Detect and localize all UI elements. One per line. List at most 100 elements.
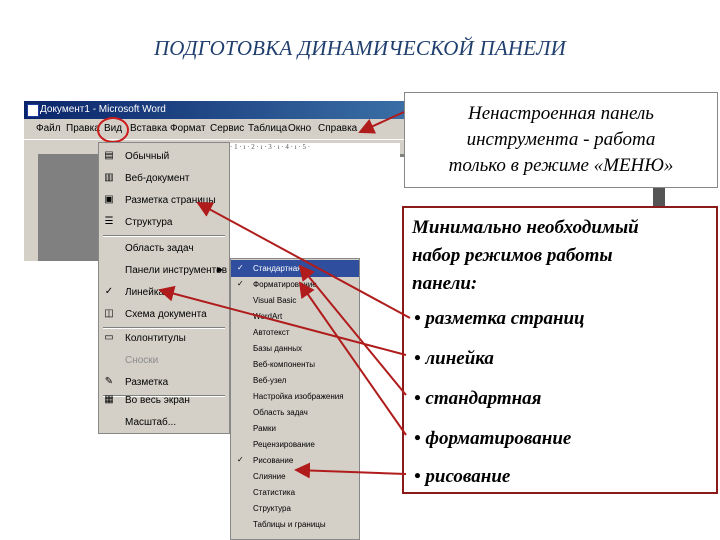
toolbar-item-database[interactable]: Базы данных <box>231 340 359 357</box>
print-layout-icon: ▣ <box>104 194 114 205</box>
bullet-ruler: • линейка <box>414 348 494 369</box>
toolbar-item-label: Таблицы и границы <box>253 520 326 529</box>
view-menu-label: Разметка страницы <box>125 195 216 206</box>
check-icon: ✓ <box>237 455 244 464</box>
view-menu-label: Масштаб... <box>125 417 177 428</box>
full-screen-icon: ▦ <box>104 394 114 405</box>
toolbar-item-standard[interactable]: ✓ Стандартная <box>231 260 359 277</box>
callout-line: только в режиме «МЕНЮ» <box>448 155 674 176</box>
menu-window[interactable]: Окно <box>288 123 311 134</box>
toolbar-item-outlining[interactable]: Структура <box>231 500 359 517</box>
view-menu-label: Обычный <box>125 151 170 162</box>
callout-heading-line: набор режимов работы <box>412 245 613 266</box>
view-menu-highlight-circle <box>97 117 129 143</box>
view-menu-item-footnotes: Сноски <box>99 351 229 371</box>
toolbar-item-tables-borders[interactable]: Таблицы и границы <box>231 516 359 533</box>
toolbars-submenu: ✓ Стандартная ✓ Форматирование Visual Basi… <box>230 258 360 540</box>
view-menu-item-zoom[interactable]: Масштаб... <box>99 413 229 433</box>
document-map-icon: ◫ <box>104 308 114 319</box>
toolbar-item-label: Форматирование <box>253 280 317 289</box>
view-menu-item-web[interactable]: ▥ Веб-документ <box>99 169 229 189</box>
view-menu-item-header-footer[interactable]: ▭ Колонтитулы <box>99 329 229 349</box>
vertical-ruler <box>24 153 38 261</box>
word-app-icon <box>27 104 39 117</box>
toolbar-item-label: Веб-компоненты <box>253 360 315 369</box>
view-menu-item-task-pane[interactable]: Область задач <box>99 239 229 259</box>
toolbar-item-web-components[interactable]: Веб-компоненты <box>231 356 359 373</box>
toolbar-item-label: Слияние <box>253 472 286 481</box>
submenu-arrow-icon: ▶ <box>216 265 223 274</box>
bullet-formatting: • форматирование <box>414 428 572 449</box>
menu-help[interactable]: Справка <box>318 123 357 134</box>
menu-table[interactable]: Таблица <box>248 123 287 134</box>
check-icon: ✓ <box>237 279 244 288</box>
toolbar-item-visual-basic[interactable]: Visual Basic <box>231 292 359 309</box>
check-icon: ✓ <box>104 286 114 297</box>
toolbar-item-label: Рамки <box>253 424 276 433</box>
toolbar-item-label: Базы данных <box>253 344 302 353</box>
view-menu-label: Во весь экран <box>125 395 190 406</box>
window-title: Документ1 - Microsoft Word <box>40 104 166 115</box>
web-layout-icon: ▥ <box>104 172 114 183</box>
view-menu-item-normal[interactable]: ▤ Обычный <box>99 147 229 167</box>
view-menu-label: Область задач <box>125 243 194 254</box>
view-menu: ▤ Обычный ▥ Веб-документ ▣ Разметка стра… <box>98 142 230 434</box>
toolbar-item-label: Область задач <box>253 408 308 417</box>
callout-heading-line: панели: <box>412 273 478 294</box>
toolbar-item-picture[interactable]: Настройка изображения <box>231 388 359 405</box>
toolbar-item-label: Visual Basic <box>253 296 297 305</box>
view-menu-item-toolbars[interactable]: Панели инструментов ▶ <box>99 261 229 281</box>
view-menu-item-ruler[interactable]: ✓ Линейка <box>99 283 229 303</box>
toolbar-item-frames[interactable]: Рамки <box>231 420 359 437</box>
menu-file[interactable]: Файл <box>36 123 61 134</box>
toolbar-item-label: Автотекст <box>253 328 290 337</box>
header-footer-icon: ▭ <box>104 332 114 343</box>
menu-insert[interactable]: Вставка <box>130 123 167 134</box>
toolbar-item-label: Рецензирование <box>253 440 315 449</box>
slide-title: ПОДГОТОВКА ДИНАМИЧЕСКОЙ ПАНЕЛИ <box>153 36 567 60</box>
toolbar-item-label: Структура <box>253 504 291 513</box>
toolbar-item-task-pane[interactable]: Область задач <box>231 404 359 421</box>
window-title-bar: Документ1 - Microsoft Word <box>24 101 404 119</box>
menu-bar: Файл Правка Вид Вставка Формат Сервис Та… <box>24 119 404 139</box>
toolbar-item-label: Настройка изображения <box>253 392 344 401</box>
callout-line: инструмента - работа <box>466 129 656 150</box>
toolbar-item-word-count[interactable]: Статистика <box>231 484 359 501</box>
view-menu-item-document-map[interactable]: ◫ Схема документа <box>99 305 229 325</box>
callout-heading-line: Минимально необходимый <box>412 217 639 238</box>
bullet-drawing: • рисование <box>414 466 511 487</box>
view-menu-label: Схема документа <box>125 309 207 320</box>
connector-bar <box>653 186 665 208</box>
toolbar-item-mail-merge[interactable]: Слияние <box>231 468 359 485</box>
menu-separator <box>103 235 225 237</box>
view-menu-item-full-screen[interactable]: ▦ Во весь экран <box>99 391 229 411</box>
ruler: · 1 · ı · 2 · ı · 3 · ı · 4 · ı · 5 · <box>230 143 400 158</box>
toolbar-item-web[interactable]: Веб-узел <box>231 372 359 389</box>
check-icon: ✓ <box>237 263 244 272</box>
view-menu-label: Структура <box>125 217 173 228</box>
toolbar-item-label: Стандартная <box>253 264 302 273</box>
markup-icon: ✎ <box>104 376 114 387</box>
document-area[interactable] <box>230 157 404 261</box>
view-menu-item-outline[interactable]: ☰ Структура <box>99 213 229 233</box>
callout-heading: Минимально необходимый набор режимов раб… <box>412 214 702 298</box>
view-menu-label: Панели инструментов <box>125 265 228 276</box>
view-menu-label: Колонтитулы <box>125 333 186 344</box>
callout-unconfigured-panel: Ненастроенная панель инструмента - работ… <box>404 92 718 188</box>
view-menu-item-print-layout[interactable]: ▣ Разметка страницы <box>99 191 229 211</box>
toolbar-item-drawing[interactable]: ✓ Рисование <box>231 452 359 469</box>
normal-view-icon: ▤ <box>104 150 114 161</box>
menu-format[interactable]: Формат <box>170 123 206 134</box>
bullet-standard: • стандартная <box>414 388 542 409</box>
toolbar-item-formatting[interactable]: ✓ Форматирование <box>231 276 359 293</box>
view-menu-label: Сноски <box>125 355 159 366</box>
view-menu-label: Разметка <box>125 377 169 388</box>
view-menu-item-markup[interactable]: ✎ Разметка <box>99 373 229 393</box>
toolbar-item-reviewing[interactable]: Рецензирование <box>231 436 359 453</box>
view-menu-label: Линейка <box>125 287 164 298</box>
menu-tools[interactable]: Сервис <box>210 123 244 134</box>
callout-minimal-modes: Минимально необходимый набор режимов раб… <box>402 206 718 494</box>
toolbar-item-wordart[interactable]: WordArt <box>231 308 359 325</box>
menu-edit[interactable]: Правка <box>66 123 100 134</box>
toolbar-item-autotext[interactable]: Автотекст <box>231 324 359 341</box>
